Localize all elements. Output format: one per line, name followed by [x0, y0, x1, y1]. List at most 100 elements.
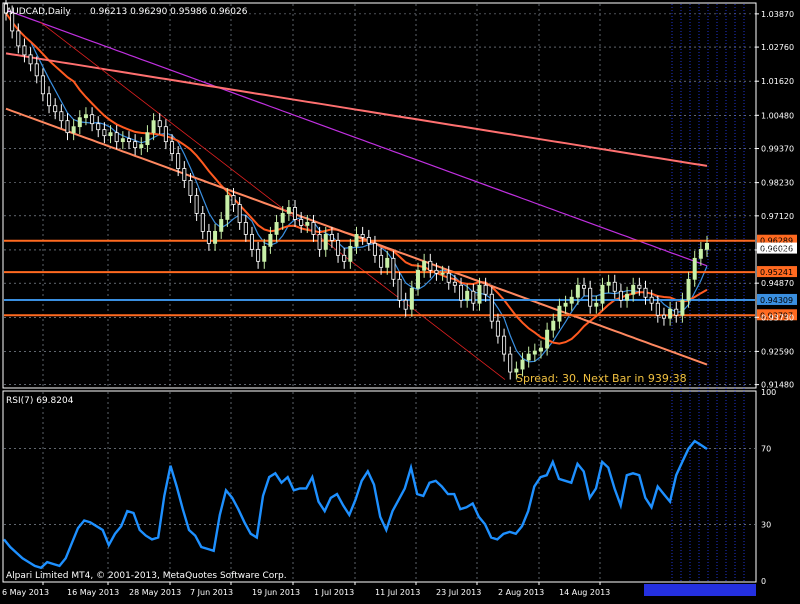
- time-tick-label: 23 Jul 2013: [436, 588, 481, 597]
- spread-timer: Spread: 30. Next Bar in 939:38: [516, 372, 687, 385]
- candle-body: [170, 141, 175, 155]
- candle-body: [305, 222, 310, 226]
- candle-body: [649, 296, 654, 304]
- candle-body: [526, 353, 531, 361]
- rsi-tick-label: 0: [761, 577, 766, 586]
- candle-body: [372, 242, 377, 256]
- candle-body: [188, 180, 193, 196]
- candle-body: [176, 153, 181, 169]
- candle-body: [379, 254, 384, 268]
- candle-body: [151, 120, 156, 134]
- candle-body: [563, 302, 568, 307]
- price-tick-label: 1.03870: [761, 10, 794, 19]
- candle-body: [612, 281, 617, 292]
- rsi-title: RSI(7) 69.8204: [6, 396, 74, 406]
- candle-body: [274, 222, 279, 235]
- candle-body: [225, 195, 230, 220]
- candle-body: [65, 120, 70, 134]
- candle-body: [434, 269, 439, 274]
- candle-body: [182, 168, 187, 181]
- candle-body: [477, 284, 482, 304]
- candle-body: [495, 320, 500, 337]
- candle-body: [588, 287, 593, 307]
- candle-body: [661, 314, 666, 319]
- price-tick-label: 0.99370: [761, 145, 794, 154]
- candle-body: [311, 222, 316, 235]
- candle-body: [90, 114, 95, 125]
- price-level-label: 0.95241: [760, 268, 793, 277]
- time-tick-label: 19 Jun 2013: [252, 588, 300, 597]
- candle-body: [108, 132, 113, 137]
- candle-body: [545, 329, 550, 349]
- candle-body: [206, 231, 211, 244]
- candle-body: [256, 248, 261, 262]
- candle-body: [299, 219, 304, 226]
- candle-body: [286, 207, 291, 214]
- price-tick-label: 1.01620: [761, 77, 794, 86]
- candle-body: [692, 257, 697, 280]
- candle-body: [102, 129, 107, 137]
- candle-body: [502, 335, 507, 355]
- candle-body: [674, 308, 679, 316]
- candle-body: [631, 284, 636, 295]
- candle-body: [268, 233, 273, 247]
- candle-body: [643, 287, 648, 298]
- candle-body: [422, 260, 427, 271]
- candle-body: [705, 242, 710, 250]
- candle-body: [582, 284, 587, 289]
- copyright-footer: Alpari Limited MT4, © 2001-2013, MetaQuo…: [6, 571, 287, 581]
- candle-body: [428, 260, 433, 271]
- candle-body: [569, 296, 574, 304]
- candle-body: [551, 320, 556, 331]
- candle-body: [34, 63, 39, 77]
- candle-body: [575, 284, 580, 298]
- candle-body: [317, 233, 322, 250]
- price-tick-label: 1.00480: [761, 111, 794, 120]
- price-tick-label: 0.92590: [761, 347, 794, 356]
- candle-body: [114, 132, 119, 143]
- candle-body: [618, 290, 623, 301]
- candle-body: [200, 213, 205, 232]
- candle-body: [680, 299, 685, 316]
- candle-body: [329, 233, 334, 241]
- candle-body: [403, 299, 408, 310]
- candle-body: [16, 30, 21, 47]
- candle-body: [342, 254, 347, 262]
- candle-body: [163, 126, 168, 143]
- time-tick-label: 16 May 2013: [67, 588, 119, 597]
- time-tick-label: 28 May 2013: [129, 588, 181, 597]
- candle-body: [126, 138, 131, 143]
- candle-body: [385, 257, 390, 268]
- chart-symbol: AUDCAD,Daily: [6, 7, 71, 17]
- candle-body: [600, 284, 605, 304]
- candle-body: [409, 287, 414, 310]
- price-tick-label: 0.95980: [761, 246, 794, 255]
- candle-body: [243, 222, 248, 235]
- candle-body: [366, 236, 371, 244]
- candle-body: [219, 219, 224, 232]
- candle-body: [96, 123, 101, 131]
- candle-body: [465, 290, 470, 301]
- rsi-tick-label: 30: [761, 520, 771, 529]
- time-tick-label: 11 Jul 2013: [375, 588, 420, 597]
- candle-body: [415, 269, 420, 289]
- candle-body: [323, 233, 328, 250]
- candle-body: [157, 120, 162, 128]
- candle-body: [360, 233, 365, 238]
- time-tick-label: 2 Aug 2013: [498, 588, 544, 597]
- candle-body: [391, 257, 396, 280]
- candle-body: [237, 204, 242, 223]
- future-date-marker: [644, 584, 756, 596]
- candle-body: [354, 233, 359, 247]
- price-tick-label: 0.93730: [761, 313, 794, 322]
- candle-body: [47, 93, 52, 107]
- candle-body: [668, 308, 673, 319]
- chart-canvas: 0.962890.952410.943090.937970.96026 1.03…: [0, 0, 800, 600]
- candle-body: [538, 347, 543, 352]
- candle-body: [637, 284, 642, 289]
- candle-body: [53, 105, 58, 113]
- candle-body: [71, 126, 76, 134]
- candle-body: [336, 239, 341, 256]
- rsi-tick-label: 100: [761, 388, 776, 397]
- time-tick-label: 1 Jul 2013: [314, 588, 354, 597]
